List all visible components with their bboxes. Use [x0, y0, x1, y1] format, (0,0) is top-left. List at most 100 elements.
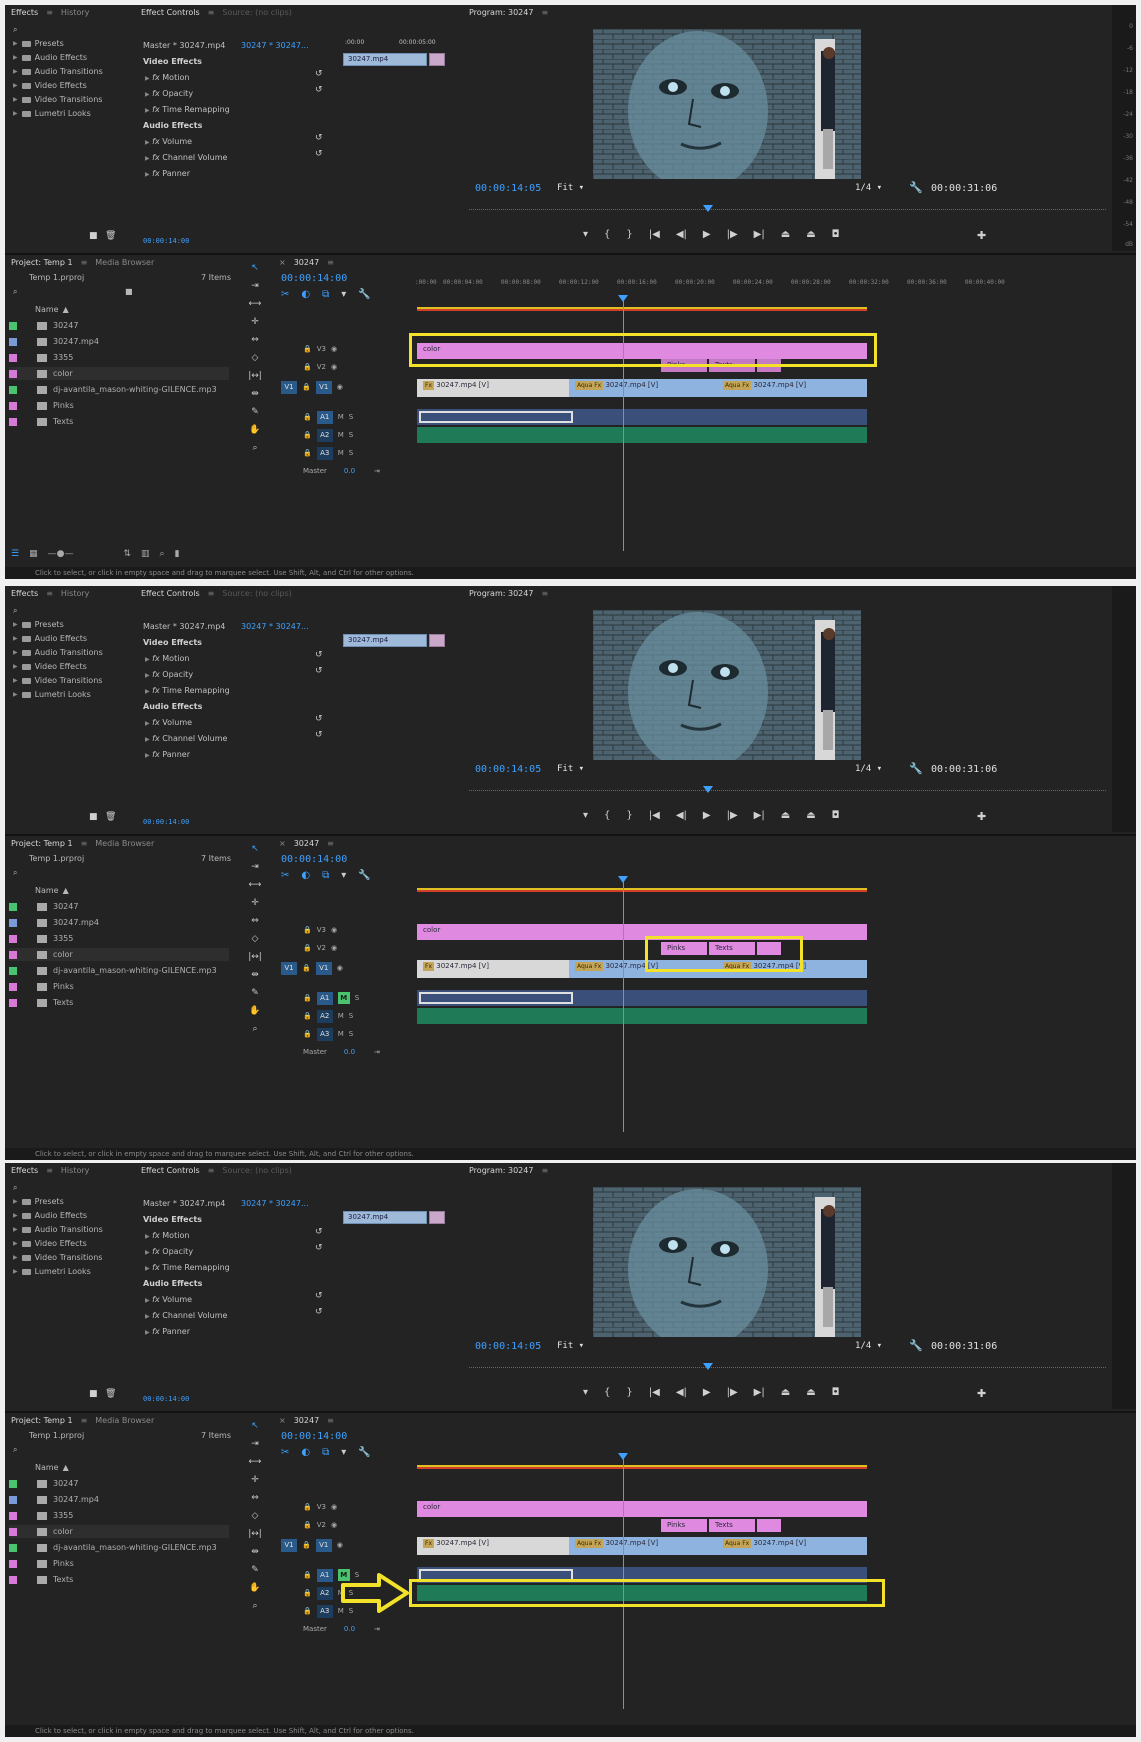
lock-icon[interactable]: 🔒 — [303, 431, 312, 439]
eye-icon[interactable]: ◉ — [331, 345, 337, 353]
effects-item-audio-effects[interactable]: ▶ Audio Effects — [13, 634, 87, 643]
mark-in-icon[interactable]: { — [604, 229, 610, 240]
add-marker-icon[interactable]: ▾ — [341, 289, 346, 300]
clip-v1-a[interactable]: Fx 30247.mp4 [V] — [417, 1537, 569, 1555]
name-column-header[interactable]: Name ▲ — [35, 886, 69, 895]
track-select-tool-icon[interactable]: ⇥ — [248, 1439, 262, 1452]
lock-icon[interactable]: 🔒 — [303, 413, 312, 421]
mute-button[interactable]: M — [338, 449, 344, 457]
clip-color[interactable]: color — [417, 924, 867, 940]
menu-icon[interactable]: ≡ — [81, 258, 88, 267]
project-item[interactable]: Texts — [9, 1573, 73, 1586]
ec-channel-volume[interactable]: ▶ fx Channel Volume — [145, 734, 227, 743]
add-marker-icon[interactable]: ▾ — [583, 1387, 588, 1398]
track-header-v3[interactable]: 🔒 V3 ◉ — [303, 1499, 337, 1515]
reset-icon[interactable]: ↺ — [315, 85, 323, 95]
menu-icon[interactable]: ≡ — [81, 1416, 88, 1425]
track-header-a1[interactable]: 🔒 A1 M S — [303, 990, 359, 1006]
play-icon[interactable]: ▶ — [703, 810, 711, 821]
project-item[interactable]: Texts — [9, 415, 73, 428]
mark-out-icon[interactable]: } — [626, 810, 632, 821]
project-item[interactable]: 3355 — [9, 1509, 73, 1522]
ec-opacity[interactable]: ▶ fx Opacity — [145, 1247, 193, 1256]
effects-item-video-transitions[interactable]: ▶ Video Transitions — [13, 1253, 102, 1262]
ec-panner[interactable]: ▶ fx Panner — [145, 1327, 190, 1336]
extract-icon[interactable]: ⏏ — [806, 810, 815, 821]
program-playhead[interactable] — [703, 205, 713, 212]
ec-time-remapping[interactable]: ▶ fx Time Remapping — [145, 105, 230, 114]
program-timecode[interactable]: 00:00:14:05 — [475, 764, 541, 775]
ec-motion[interactable]: ▶ fx Motion — [145, 1231, 189, 1240]
eye-icon[interactable]: ◉ — [337, 964, 343, 972]
slip-tool-icon[interactable]: |↔| — [248, 371, 262, 384]
tab-effect-controls[interactable]: Effect Controls — [141, 8, 200, 17]
project-item[interactable]: 30247.mp4 — [9, 335, 99, 348]
new-bin-icon[interactable]: ■ — [89, 1389, 98, 1399]
clip-a1-selected[interactable] — [419, 411, 573, 423]
eye-icon[interactable]: ◉ — [337, 383, 343, 391]
timeline-timecode[interactable]: 00:00:14:00 — [281, 273, 347, 284]
resolution-dropdown[interactable]: 1/4 ▾ — [855, 183, 882, 193]
rate-stretch-tool-icon[interactable]: ⇔ — [248, 335, 262, 348]
menu-icon[interactable]: ≡ — [46, 1166, 53, 1175]
search-icon[interactable]: ⌕ — [13, 1183, 17, 1193]
reset-icon[interactable]: ↺ — [315, 1243, 323, 1253]
program-timecode[interactable]: 00:00:14:05 — [475, 183, 541, 194]
ripple-edit-tool-icon[interactable]: ⟷ — [248, 1457, 262, 1470]
clip-v1-b[interactable]: Aqua Fx 30247.mp4 [V] — [569, 960, 717, 978]
reset-icon[interactable]: ↺ — [315, 730, 323, 740]
project-item[interactable]: Pinks — [9, 980, 74, 993]
tab-effects[interactable]: Effects — [11, 589, 38, 598]
lock-icon[interactable]: 🔒 — [303, 1521, 312, 1529]
mark-in-icon[interactable]: { — [604, 810, 610, 821]
lock-icon[interactable]: 🔒 — [303, 363, 312, 371]
track-header-v3[interactable]: 🔒 V3 ◉ — [303, 922, 337, 938]
sequence-clip-label[interactable]: 30247 * 30247... — [241, 622, 309, 631]
effects-item-presets[interactable]: ▶ Presets — [13, 39, 64, 48]
sort-icon[interactable]: ⇅ — [123, 549, 131, 559]
solo-button[interactable]: S — [355, 994, 359, 1002]
effects-item-video-transitions[interactable]: ▶ Video Transitions — [13, 95, 102, 104]
clip-a2[interactable] — [417, 1008, 867, 1024]
lock-icon[interactable]: 🔒 — [303, 926, 312, 934]
settings-wrench-icon[interactable]: 🔧 — [358, 1447, 370, 1458]
program-title[interactable]: Program: 30247 — [469, 1166, 533, 1175]
add-marker-icon[interactable]: ▾ — [583, 229, 588, 240]
mute-button[interactable]: M — [337, 992, 350, 1004]
mark-out-icon[interactable]: } — [626, 229, 632, 240]
search-icon[interactable]: ⌕ — [13, 606, 17, 616]
program-playhead[interactable] — [703, 1363, 713, 1370]
ec-time-remapping[interactable]: ▶ fx Time Remapping — [145, 1263, 230, 1272]
program-scrubber[interactable] — [469, 1367, 1106, 1373]
pen-tool-icon[interactable]: ✎ — [248, 407, 262, 420]
resolution-dropdown[interactable]: 1/4 ▾ — [855, 1341, 882, 1351]
button-editor-icon[interactable]: ✚ — [977, 229, 986, 242]
slide-tool-icon[interactable]: ⇹ — [248, 970, 262, 983]
go-to-out-icon[interactable]: ▶| — [754, 810, 765, 821]
project-item[interactable]: dj-avantila_mason-whiting-GILENCE.mp3 — [9, 1541, 217, 1554]
track-header-master[interactable]: Master 0.0 ⇥ — [303, 1621, 380, 1637]
ec-clip-bar[interactable]: 30247.mp4 — [343, 634, 427, 647]
fit-dropdown[interactable]: Fit ▾ — [557, 764, 584, 774]
wrench-icon[interactable]: 🔧 — [909, 1339, 923, 1352]
program-scrubber[interactable] — [469, 209, 1106, 215]
linked-selection-icon[interactable]: ⧉ — [322, 870, 329, 881]
find-icon[interactable]: ⌕ — [160, 549, 165, 559]
tab-effect-controls[interactable]: Effect Controls — [141, 589, 200, 598]
reset-icon[interactable]: ↺ — [315, 133, 323, 143]
step-forward-icon[interactable]: |▶ — [727, 1387, 738, 1398]
button-editor-icon[interactable]: ✚ — [977, 810, 986, 823]
lock-icon[interactable]: 🔒 — [303, 994, 312, 1002]
clip-a1-selected[interactable] — [419, 1569, 573, 1581]
button-editor-icon[interactable]: ✚ — [977, 1387, 986, 1400]
ec-clip-bar[interactable]: 30247.mp4 — [343, 53, 427, 66]
clip-v1-b[interactable]: Aqua Fx 30247.mp4 [V] — [569, 1537, 717, 1555]
snap-icon[interactable]: ◐ — [301, 289, 310, 300]
lock-icon[interactable]: 🔒 — [303, 1571, 312, 1579]
timeline-timecode[interactable]: 00:00:14:00 — [281, 854, 347, 865]
delete-icon[interactable]: 🗑 — [105, 231, 116, 241]
track-header-v2[interactable]: 🔒 V2 ◉ — [303, 1517, 337, 1533]
close-icon[interactable]: × — [279, 1416, 286, 1425]
reset-icon[interactable]: ↺ — [315, 666, 323, 676]
tab-sequence[interactable]: 30247 — [294, 839, 319, 848]
